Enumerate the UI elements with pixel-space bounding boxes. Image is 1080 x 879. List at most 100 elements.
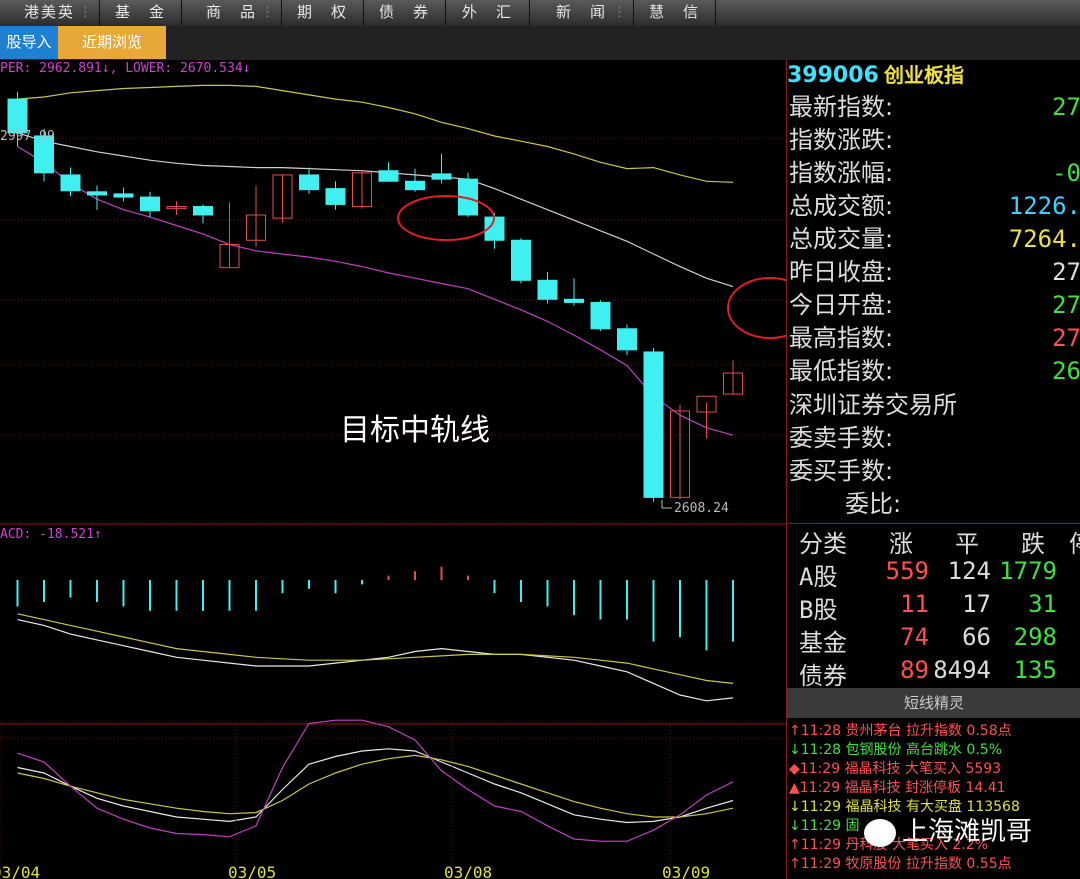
quote-row: 最新指数: 27	[789, 91, 1080, 124]
tab-stock-import[interactable]: 股导入	[0, 26, 58, 59]
quote-row: 指数涨幅: -0	[789, 157, 1080, 190]
adv-cell-up: 74	[900, 623, 929, 651]
sell-volume-label: 委卖手数:	[789, 424, 894, 452]
sprite-item[interactable]: ▲11:29 福晶科技 封涨停板 14.41	[789, 779, 1006, 798]
adv-cell-up: 11	[900, 590, 929, 618]
candle-body	[193, 206, 213, 216]
quote-value: 27	[1052, 93, 1080, 121]
menu-label: 基 金	[114, 3, 166, 21]
adv-header-up: 涨	[889, 530, 913, 558]
candle-body	[140, 196, 160, 212]
quote-row: 总成交额: 1226.	[789, 190, 1080, 223]
menu-label: 外 汇	[461, 3, 513, 21]
candle-body	[405, 180, 425, 191]
sprite-item[interactable]: ↓11:29 固	[789, 817, 860, 836]
adv-header-limit: 停	[1069, 524, 1080, 559]
candle-body	[537, 279, 558, 300]
candle-body	[617, 328, 637, 351]
menu-hk-us-uk[interactable]: 港美英 ⋮	[0, 0, 100, 26]
adv-cell-cat: 债券	[799, 662, 847, 690]
kdj-k-line	[17, 748, 734, 824]
watermark: 上海滩凯哥	[864, 812, 1032, 852]
candle-body	[60, 174, 81, 192]
menu-dot-icon: ⋮	[79, 5, 94, 20]
quote-value: 1226.	[1008, 192, 1080, 220]
date-label: 03/08	[444, 863, 492, 879]
date-label: 03/04	[0, 863, 40, 879]
menu-dot-icon: ⋮	[261, 5, 276, 20]
menu-options[interactable]: 期 权	[282, 0, 364, 26]
quote-label: 今日开盘:	[789, 291, 894, 319]
quote-panel: 399006 创业板指 最新指数: 27 指数涨跌: 指数涨幅: -0 总成交额: 1226…	[786, 60, 1080, 879]
adv-cell-up: 89	[900, 656, 929, 684]
quote-row: 昨日收盘: 27	[789, 256, 1080, 289]
quote-row: 今日开盘: 27	[789, 289, 1080, 322]
tab-recent-browse[interactable]: 近期浏览	[58, 26, 166, 59]
quote-row: 最高指数: 27	[789, 322, 1080, 355]
sprite-item[interactable]: ↑11:29 牧原股份 拉升指数 0.55点	[789, 855, 1012, 874]
candle-body	[564, 298, 584, 303]
quote-row: 总成交量: 7264.	[789, 223, 1080, 256]
adv-header-down: 跌	[1021, 530, 1045, 558]
candle-body	[87, 191, 107, 196]
adv-cell-down: 1779	[999, 557, 1057, 585]
quote-label: 昨日收盘:	[789, 258, 894, 286]
adv-cell-flat: 66	[962, 623, 991, 651]
adv-cell-flat: 8494	[933, 656, 991, 684]
annotation-target-midline: 目标中轨线	[340, 413, 490, 448]
highlight-circle	[397, 195, 495, 241]
menu-funds[interactable]: 基 金	[100, 0, 182, 26]
index-code: 399006	[787, 63, 879, 88]
macd-dea-line	[17, 613, 734, 684]
quote-label: 最新指数:	[789, 93, 894, 121]
price-high-label: 2997.99	[0, 129, 55, 144]
menu-label: 期 权	[296, 3, 348, 21]
adv-header-category: 分类	[799, 530, 847, 558]
exchange-name: 深圳证券交易所	[789, 391, 957, 419]
adv-cell-up: 559	[885, 557, 929, 585]
quote-label: 总成交额:	[789, 192, 894, 220]
candlestick-chart[interactable]: PER: 2962.891↓, LOWER: 2670.534↓ 2997.99…	[0, 60, 786, 879]
menu-forex[interactable]: 外 汇	[446, 0, 530, 26]
adv-cell-flat: 124	[947, 557, 991, 585]
adv-cell-cat: B股	[799, 596, 838, 624]
menu-news[interactable]: 新 闻 ⋮	[530, 0, 634, 26]
candle-body	[431, 173, 452, 180]
quote-label: 指数涨跌:	[789, 126, 894, 154]
menu-label: 债 券	[378, 3, 430, 21]
candle-body	[113, 193, 134, 198]
menu-bonds[interactable]: 债 券	[364, 0, 446, 26]
quote-value: 27	[1052, 291, 1080, 319]
order-ratio-label: 委比:	[845, 490, 902, 518]
sprite-item[interactable]: ◆11:29 福晶科技 大笔买入 5593	[789, 760, 1001, 779]
boll-lower-line	[17, 145, 734, 436]
candle-body	[325, 188, 346, 205]
menu-huixin[interactable]: 慧 信	[634, 0, 716, 26]
candle-body	[378, 170, 399, 182]
quote-label: 最低指数:	[789, 357, 894, 385]
menu-label: 商 品	[205, 3, 257, 21]
sprite-item[interactable]: ↑11:28 贵州茅台 拉升指数 0.58点	[789, 722, 1012, 741]
menu-label: 慧 信	[648, 3, 700, 21]
quote-value: -0	[1052, 159, 1080, 187]
kdj-d-line	[17, 754, 734, 818]
adv-cell-down: 135	[1013, 656, 1057, 684]
menu-label: 新 闻	[555, 3, 607, 21]
index-name: 创业板指	[883, 63, 964, 87]
highlight-circle	[727, 277, 786, 339]
sprite-item[interactable]: ↓11:28 包钢股份 高台跳水 0.5%	[789, 741, 1002, 760]
sub-tab-bar: 股导入 近期浏览	[0, 26, 1080, 60]
candle-body	[643, 351, 664, 498]
candle-body	[299, 174, 319, 191]
price-low-label: 2608.24	[674, 501, 729, 516]
watermark-text: 上海滩凯哥	[902, 817, 1033, 847]
date-label: 03/05	[228, 863, 276, 879]
date-label: 03/09	[662, 863, 710, 879]
quote-value: 27	[1052, 324, 1080, 352]
boll-upper-line	[17, 84, 734, 183]
short-term-sprite-header[interactable]: 短线精灵	[787, 688, 1080, 718]
quote-value: 26	[1052, 357, 1080, 385]
boll-label: PER: 2962.891↓, LOWER: 2670.534↓	[0, 61, 250, 76]
macd-panel	[16, 566, 734, 702]
menu-commodities[interactable]: 商 品 ⋮	[182, 0, 282, 26]
